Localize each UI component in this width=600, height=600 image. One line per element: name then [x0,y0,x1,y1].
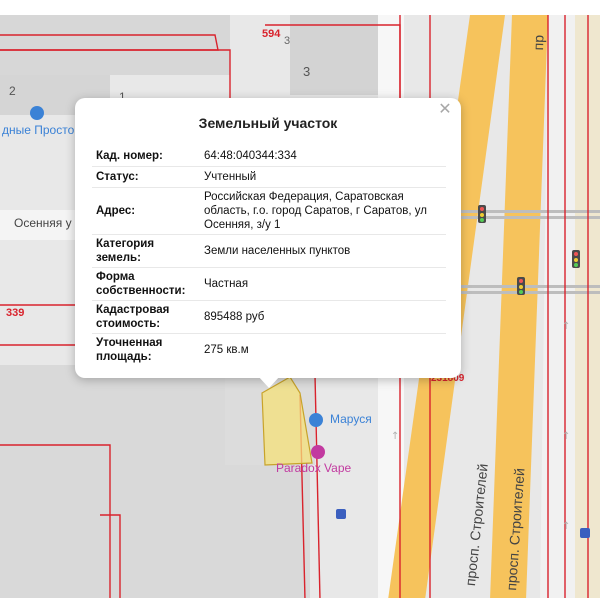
row-value: Земли населенных пунктов [200,234,446,268]
table-row: Кадастровая стоимость: 895488 руб [92,300,446,334]
top-toolbar-strip [0,0,600,16]
table-row: Адрес: Российская Федерация, Саратовская… [92,187,446,235]
map-label-poi-marusya[interactable]: Маруся [330,412,372,426]
map-label-house-3-small: 3 [284,35,291,47]
svg-text:↑: ↑ [391,431,399,442]
map-label-poi-paradox[interactable]: Paradox Vape [276,461,351,475]
map-label-house-2: 2 [9,84,16,98]
table-row: Уточненная площадь: 275 кв.м [92,334,446,367]
svg-text:↑: ↑ [562,431,570,442]
row-value: Частная [200,267,446,301]
building [0,15,230,75]
map-label-house-3: 3 [303,64,311,79]
row-key: Категория земель: [92,234,200,268]
row-key: Кадастровая стоимость: [92,300,200,334]
bus-stop-icon [580,528,590,538]
popup-title: Земельный участок [198,115,338,131]
row-key: Форма собственности: [92,267,200,301]
row-value: 64:48:040344:334 [200,145,446,167]
row-value: 895488 руб [200,300,446,334]
popup-pointer [258,376,280,388]
table-row: Статус: Учтенный [92,166,446,188]
poi-blue-icon [30,106,44,120]
traffic-light-icon [572,250,580,268]
parcel-info-popup: ✕ Земельный участок Кад. номер: 64:48:04… [75,98,461,378]
table-row: Категория земель: Земли населенных пункт… [92,234,446,268]
poi-paradox-icon [311,445,325,459]
table-row: Кад. номер: 64:48:040344:334 [92,145,446,167]
row-key: Статус: [92,166,200,188]
map-label-parcel-594: 594 [262,28,281,40]
row-value: Учтенный [200,166,446,188]
traffic-light-icon [517,277,525,295]
row-key: Адрес: [92,187,200,235]
traffic-light-icon [478,205,486,223]
parcel-info-table: Кад. номер: 64:48:040344:334 Статус: Учт… [92,145,446,366]
bus-stop-icon [336,509,346,519]
svg-text:↑: ↑ [562,521,570,532]
map-label-poi-partial[interactable]: дные Просто [2,123,74,137]
svg-text:↑: ↑ [562,321,570,332]
map-label-street-osennyaya: Осенняя у [14,216,72,230]
map-label-parcel-339: 339 [6,307,25,319]
row-key: Кад. номер: [92,145,200,167]
row-value: Российская Федерация, Саратовская област… [200,187,446,235]
map-label-avenue-top: пр [530,34,547,51]
table-row: Форма собственности: Частная [92,267,446,301]
poi-marusya-icon [309,413,323,427]
row-key: Уточненная площадь: [96,337,163,363]
row-value: 275 кв.м [204,344,249,356]
